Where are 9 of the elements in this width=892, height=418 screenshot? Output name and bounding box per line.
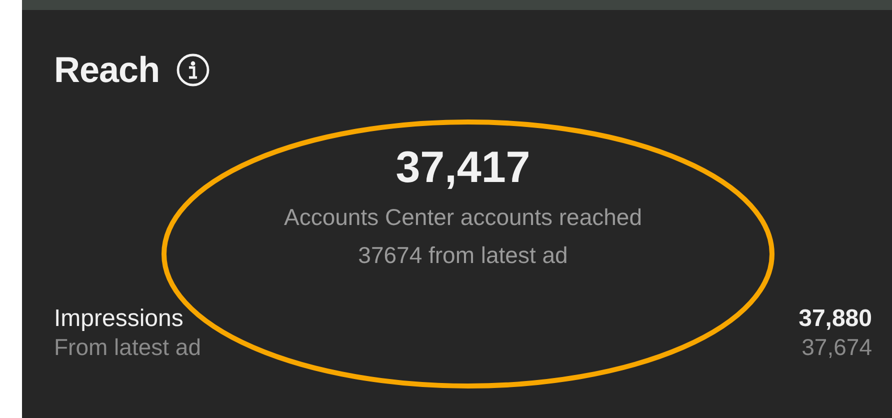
metric-label: Impressions bbox=[54, 305, 184, 334]
reach-value: 37,417 bbox=[396, 146, 530, 190]
reach-caption: Accounts Center accounts reached bbox=[284, 204, 642, 232]
info-icon[interactable] bbox=[176, 53, 210, 87]
metric-sublabel: From latest ad bbox=[54, 334, 201, 362]
metric-subvalue: 37,674 bbox=[802, 334, 872, 362]
card-title: Reach bbox=[54, 52, 160, 88]
metric-value: 37,880 bbox=[798, 305, 872, 334]
reach-note: 37674 from latest ad bbox=[358, 242, 568, 270]
